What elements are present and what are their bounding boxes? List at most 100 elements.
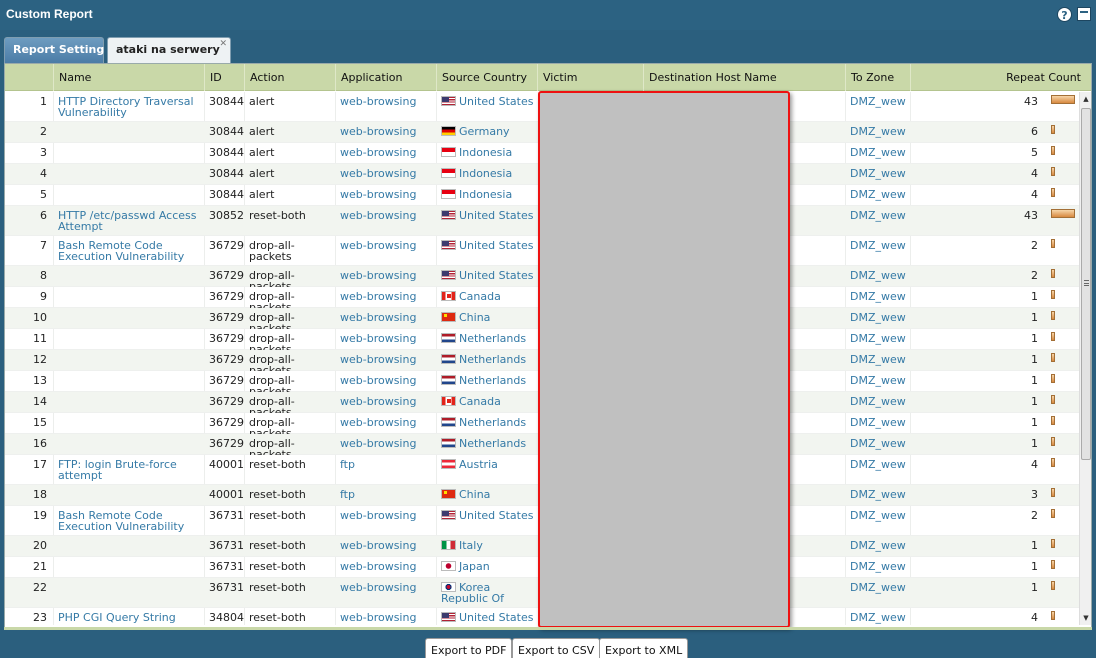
column-header-source-country[interactable]: Source Country [436,64,537,91]
export-pdf-button[interactable]: Export to PDF [425,638,513,658]
application-link[interactable]: ftp [335,485,436,506]
application-link[interactable]: web-browsing [335,506,436,536]
application-link[interactable]: web-browsing [335,557,436,578]
threat-name-link[interactable]: Bash Remote Code Execution Vulnerability [53,506,204,536]
scroll-down-arrow-icon[interactable]: ▼ [1080,611,1092,625]
application-link[interactable]: web-browsing [335,578,436,608]
threat-name-link[interactable] [53,329,204,350]
column-header-action[interactable]: Action [244,64,335,91]
threat-name-link[interactable]: PHP CGI Query String [53,608,204,625]
to-zone-link[interactable]: DMZ_wew [845,266,910,287]
threat-name-link[interactable]: HTTP /etc/passwd Access Attempt [53,206,204,236]
threat-name-link[interactable] [53,434,204,455]
scroll-thumb[interactable] [1081,108,1091,460]
to-zone-link[interactable]: DMZ_wew [845,329,910,350]
application-link[interactable]: web-browsing [335,413,436,434]
source-country-link[interactable]: United States [436,92,537,122]
threat-name-link[interactable]: Bash Remote Code Execution Vulnerability [53,236,204,266]
source-country-link[interactable]: Netherlands [436,413,537,434]
application-link[interactable]: web-browsing [335,434,436,455]
application-link[interactable]: web-browsing [335,164,436,185]
to-zone-link[interactable]: DMZ_wew [845,350,910,371]
to-zone-link[interactable]: DMZ_wew [845,122,910,143]
application-link[interactable]: web-browsing [335,329,436,350]
application-link[interactable]: web-browsing [335,122,436,143]
threat-name-link[interactable] [53,308,204,329]
to-zone-link[interactable]: DMZ_wew [845,392,910,413]
source-country-link[interactable]: Korea Republic Of [436,578,537,608]
threat-name-link[interactable] [53,557,204,578]
source-country-link[interactable]: Netherlands [436,371,537,392]
to-zone-link[interactable]: DMZ_wew [845,536,910,557]
scroll-up-arrow-icon[interactable]: ▲ [1080,92,1092,106]
threat-name-link[interactable] [53,536,204,557]
to-zone-link[interactable]: DMZ_wew [845,578,910,608]
source-country-link[interactable]: United States [436,506,537,536]
column-header-repeat-count[interactable]: Repeat Count [910,64,1087,91]
threat-name-link[interactable] [53,392,204,413]
source-country-link[interactable]: Netherlands [436,329,537,350]
application-link[interactable]: web-browsing [335,92,436,122]
tab-report-setting[interactable]: Report Setting [4,37,104,63]
threat-name-link[interactable] [53,413,204,434]
application-link[interactable]: ftp [335,455,436,485]
close-icon[interactable]: ✕ [219,39,227,49]
to-zone-link[interactable]: DMZ_wew [845,308,910,329]
to-zone-link[interactable]: DMZ_wew [845,185,910,206]
threat-name-link[interactable] [53,122,204,143]
threat-name-link[interactable]: HTTP Directory Traversal Vulnerability [53,92,204,122]
source-country-link[interactable]: United States [436,236,537,266]
threat-name-link[interactable] [53,266,204,287]
application-link[interactable]: web-browsing [335,308,436,329]
threat-name-link[interactable] [53,578,204,608]
to-zone-link[interactable]: DMZ_wew [845,143,910,164]
to-zone-link[interactable]: DMZ_wew [845,371,910,392]
source-country-link[interactable]: Germany [436,122,537,143]
source-country-link[interactable]: United States [436,206,537,236]
to-zone-link[interactable]: DMZ_wew [845,434,910,455]
source-country-link[interactable]: China [436,308,537,329]
minimize-icon[interactable] [1077,7,1091,21]
source-country-link[interactable]: Indonesia [436,164,537,185]
vertical-scrollbar[interactable]: ▲ ▼ [1079,92,1091,625]
source-country-link[interactable]: Indonesia [436,143,537,164]
to-zone-link[interactable]: DMZ_wew [845,236,910,266]
source-country-link[interactable]: Canada [436,287,537,308]
to-zone-link[interactable]: DMZ_wew [845,164,910,185]
export-csv-button[interactable]: Export to CSV [512,638,601,658]
threat-name-link[interactable] [53,143,204,164]
to-zone-link[interactable]: DMZ_wew [845,206,910,236]
to-zone-link[interactable]: DMZ_wew [845,557,910,578]
source-country-link[interactable]: Netherlands [436,434,537,455]
to-zone-link[interactable]: DMZ_wew [845,92,910,122]
to-zone-link[interactable]: DMZ_wew [845,485,910,506]
threat-name-link[interactable] [53,185,204,206]
tab-ataki-na-serwery[interactable]: ataki na serwery ✕ [107,37,231,63]
source-country-link[interactable]: Netherlands [436,350,537,371]
threat-name-link[interactable] [53,287,204,308]
column-header-id[interactable]: ID [204,64,244,91]
export-xml-button[interactable]: Export to XML [599,638,689,658]
application-link[interactable]: web-browsing [335,185,436,206]
source-country-link[interactable]: United States [436,266,537,287]
source-country-link[interactable]: Italy [436,536,537,557]
to-zone-link[interactable]: DMZ_wew [845,608,910,625]
source-country-link[interactable]: Japan [436,557,537,578]
column-header-to-zone[interactable]: To Zone [845,64,910,91]
application-link[interactable]: web-browsing [335,608,436,625]
application-link[interactable]: web-browsing [335,287,436,308]
column-header-victim[interactable]: Victim [537,64,643,91]
column-header-application[interactable]: Application [335,64,436,91]
column-header-name[interactable]: Name [53,64,204,91]
application-link[interactable]: web-browsing [335,536,436,557]
source-country-link[interactable]: Indonesia [436,185,537,206]
application-link[interactable]: web-browsing [335,236,436,266]
help-icon[interactable]: ? [1057,7,1072,22]
to-zone-link[interactable]: DMZ_wew [845,413,910,434]
threat-name-link[interactable] [53,485,204,506]
application-link[interactable]: web-browsing [335,392,436,413]
application-link[interactable]: web-browsing [335,266,436,287]
column-header-destination-host[interactable]: Destination Host Name [643,64,845,91]
application-link[interactable]: web-browsing [335,350,436,371]
source-country-link[interactable]: Canada [436,392,537,413]
